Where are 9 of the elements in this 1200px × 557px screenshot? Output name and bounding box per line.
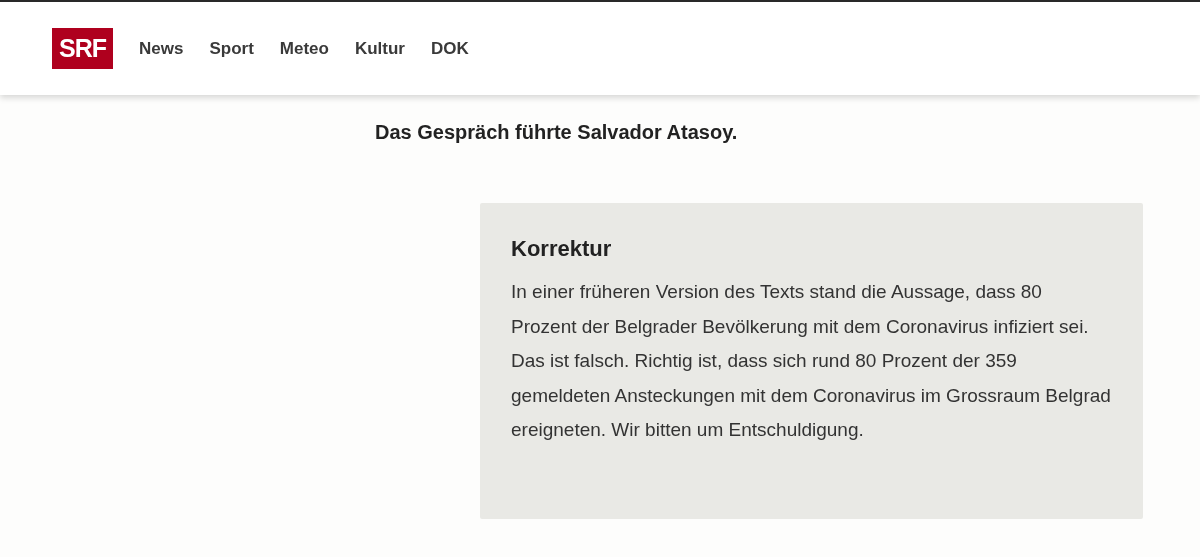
nav-link[interactable]: DOK <box>431 35 469 62</box>
correction-title: Korrektur <box>511 235 613 263</box>
nav-link[interactable]: Meteo <box>279 35 329 62</box>
correction-text: In einer früheren Version des Texts stand die Aussage, dass 80 Prozent der Belgrader Bevölkerung mit dem Coronavirus infiziert sei. Das ist falsch. Richtig ist, dass sich rund 80 Prozent der 359 gemeldeten Ansteckungen mit dem Coronavirus im Grossraum Belgrad ereigneten. Wir bitten um Entschuldigung. <box>511 280 1111 442</box>
nav-link[interactable]: Sport <box>209 35 254 62</box>
nav-link[interactable]: Kultur <box>354 35 405 62</box>
srf-logo[interactable]: SRF <box>52 28 113 69</box>
nav-link[interactable]: News <box>139 35 184 62</box>
author-credit: Das Gespräch führte Salvador Atasoy. <box>375 120 739 145</box>
